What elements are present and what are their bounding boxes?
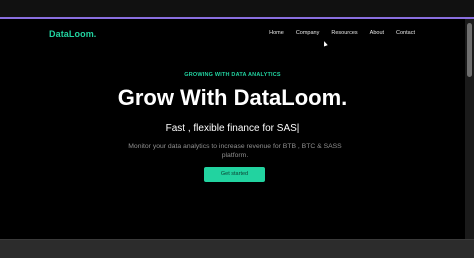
nav-item-contact[interactable]: Contact <box>396 30 415 36</box>
nav-item-company[interactable]: Company <box>296 30 320 36</box>
scrollbar[interactable] <box>465 19 474 239</box>
page-viewport: DataLoom. Home Company Resources About C… <box>0 19 465 239</box>
nav-item-about[interactable]: About <box>370 30 384 36</box>
screen-frame: DataLoom. Home Company Resources About C… <box>0 0 474 258</box>
get-started-button[interactable]: Get started <box>204 167 265 182</box>
hero-description: Monitor your data analytics to increase … <box>128 143 342 159</box>
hero-eyebrow: GROWING WITH DATA ANALYTICS <box>184 72 281 78</box>
nav-item-home[interactable]: Home <box>269 30 284 36</box>
browser-top-bar <box>0 0 474 17</box>
mouse-cursor-icon <box>322 40 328 47</box>
nav-item-resources[interactable]: Resources <box>331 30 357 36</box>
scrollbar-thumb[interactable] <box>467 23 472 77</box>
main-nav: Home Company Resources About Contact <box>257 30 415 36</box>
hero-subhead: Fast , flexible finance for SAS| <box>165 123 300 134</box>
bottom-bar <box>0 239 474 258</box>
site-logo[interactable]: DataLoom. <box>49 29 96 39</box>
hero-headline: Grow With DataLoom. <box>117 85 348 110</box>
